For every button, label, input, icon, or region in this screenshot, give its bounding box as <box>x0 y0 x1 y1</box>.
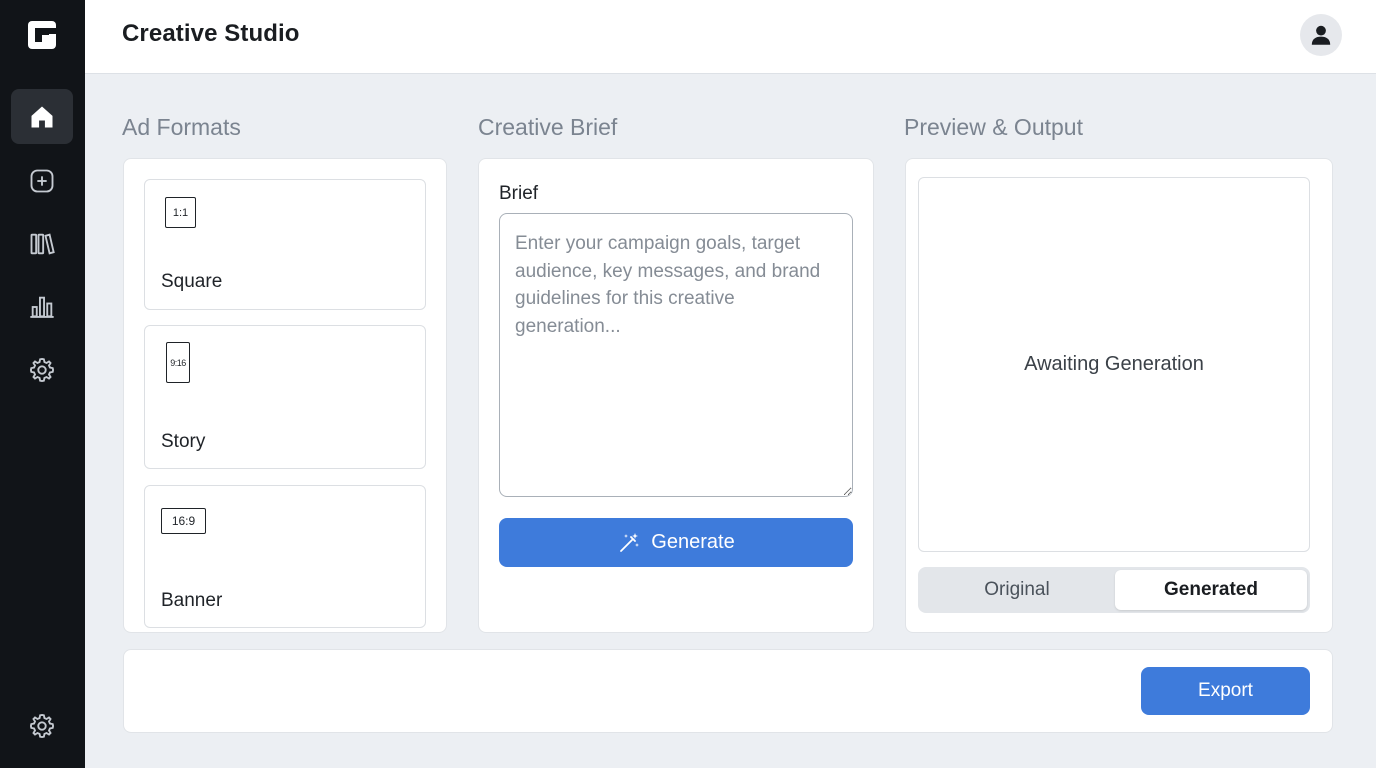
sidebar <box>0 0 85 768</box>
export-button[interactable]: Export <box>1141 667 1310 715</box>
gear-icon <box>29 357 55 382</box>
toggle-generated[interactable]: Generated <box>1115 570 1307 610</box>
format-label: Banner <box>161 590 223 611</box>
generate-button[interactable]: Generate <box>499 518 853 567</box>
user-avatar[interactable] <box>1300 14 1342 56</box>
format-label: Square <box>161 271 223 292</box>
output-toggle: Original Generated <box>918 567 1310 613</box>
sidebar-item-library[interactable] <box>11 216 73 271</box>
magic-wand-icon <box>620 532 640 552</box>
square-ratio-icon: 1:1 <box>165 197 196 228</box>
preview-status-text: Awaiting Generation <box>1024 353 1204 375</box>
brief-textarea[interactable] <box>499 213 853 497</box>
top-bar: Creative Studio <box>85 0 1376 74</box>
app-logo-icon[interactable] <box>27 20 57 50</box>
sidebar-item-settings[interactable] <box>11 342 73 397</box>
sidebar-item-analytics[interactable] <box>11 279 73 334</box>
brief-label: Brief <box>499 183 539 204</box>
user-icon <box>1311 25 1331 45</box>
preview-canvas: Awaiting Generation <box>918 177 1310 552</box>
sidebar-item-create[interactable] <box>11 153 73 208</box>
home-icon <box>31 106 53 127</box>
preview-output-title: Preview & Output <box>904 114 1083 140</box>
sidebar-item-home[interactable] <box>11 89 73 144</box>
banner-ratio-icon: 16:9 <box>161 508 206 534</box>
format-card-square[interactable]: 1:1 Square <box>144 179 426 310</box>
ad-formats-title: Ad Formats <box>122 114 241 140</box>
plus-circle-icon <box>30 169 54 192</box>
sidebar-bottom-settings[interactable] <box>11 698 73 753</box>
format-card-story[interactable]: 9:16 Story <box>144 325 426 469</box>
story-ratio-icon: 9:16 <box>166 342 190 383</box>
generate-label: Generate <box>651 531 735 553</box>
library-icon <box>30 232 55 255</box>
creative-brief-title: Creative Brief <box>478 114 618 140</box>
bar-chart-icon <box>30 296 54 318</box>
format-card-banner[interactable]: 16:9 Banner <box>144 485 426 628</box>
toggle-original[interactable]: Original <box>921 570 1113 610</box>
app-title: Creative Studio <box>122 20 300 47</box>
gear-icon <box>29 713 55 738</box>
format-label: Story <box>161 431 206 452</box>
